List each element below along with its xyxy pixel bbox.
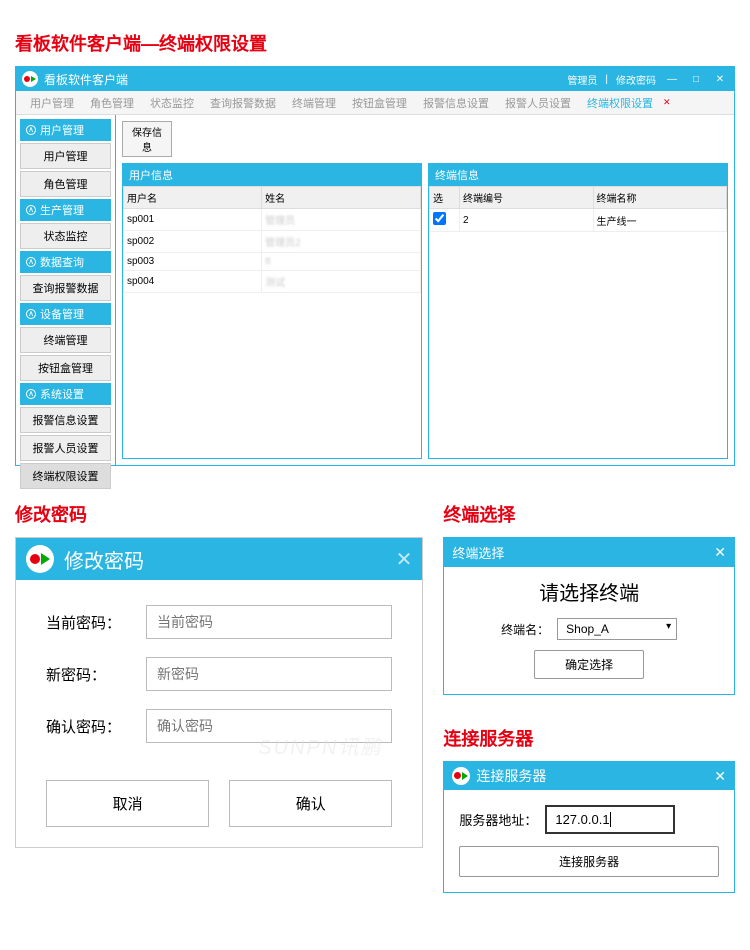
user-panel-header: 用户信息	[123, 164, 421, 186]
close-icon[interactable]: ✕	[714, 544, 726, 561]
connect-button[interactable]: 连接服务器	[459, 846, 719, 877]
ok-button[interactable]: 确认	[229, 780, 392, 827]
section-title-4: 连接服务器	[443, 725, 735, 751]
sidebar-item[interactable]: 按钮盒管理	[20, 355, 111, 381]
term-dialog-header-text: 终端选择	[452, 543, 504, 562]
confirm-pwd-input[interactable]	[146, 709, 392, 743]
tab-3[interactable]: 查询报警数据	[206, 93, 280, 113]
section-title-2: 修改密码	[15, 501, 423, 527]
sidebar-item[interactable]: 终端管理	[20, 327, 111, 353]
col-term-name[interactable]: 终端名称	[593, 187, 727, 209]
app-logo-icon	[452, 767, 470, 785]
pwd-dialog-header: 修改密码 ✕	[16, 538, 422, 580]
terminal-panel-header: 终端信息	[429, 164, 727, 186]
server-addr-input[interactable]: 127.0.0.1	[545, 805, 675, 834]
tab-8[interactable]: 终端权限设置	[583, 93, 657, 113]
section-title-3: 终端选择	[443, 501, 735, 527]
col-name[interactable]: 姓名	[262, 187, 421, 209]
table-row[interactable]: 2生产线一	[430, 209, 727, 232]
new-pwd-input[interactable]	[146, 657, 392, 691]
terminal-select-dialog: 终端选择 ✕ 请选择终端 终端名： Shop_A 确定选择	[443, 537, 735, 695]
table-row[interactable]: sp002管理员2	[124, 231, 421, 253]
conn-dialog-header: 连接服务器 ✕	[444, 762, 734, 790]
confirm-select-button[interactable]: 确定选择	[534, 650, 644, 679]
new-pwd-label: 新密码：	[46, 664, 146, 685]
col-term-id[interactable]: 终端编号	[460, 187, 594, 209]
current-pwd-input[interactable]	[146, 605, 392, 639]
tab-0[interactable]: 用户管理	[26, 93, 78, 113]
sidebar-group-header[interactable]: ∧数据查询	[20, 251, 111, 273]
table-row[interactable]: sp003tt	[124, 253, 421, 271]
sidebar-item[interactable]: 查询报警数据	[20, 275, 111, 301]
sidebar-item[interactable]: 角色管理	[20, 171, 111, 197]
term-dialog-title: 请选择终端	[459, 577, 719, 606]
user-table: 用户名 姓名 sp001管理员sp002管理员2sp003ttsp004测试	[123, 186, 421, 293]
close-icon[interactable]: ✕	[714, 768, 726, 785]
col-select[interactable]: 选	[430, 187, 460, 209]
section-title-1: 看板软件客户端—终端权限设置	[15, 30, 735, 56]
close-icon[interactable]: ✕	[712, 74, 728, 85]
app-logo-icon	[22, 71, 38, 87]
cancel-button[interactable]: 取消	[46, 780, 209, 827]
app-titlebar: 看板软件客户端 管理员 | 修改密码 — □ ✕	[16, 67, 734, 91]
maximize-icon[interactable]: □	[688, 74, 704, 85]
collapse-icon: ∧	[26, 205, 36, 215]
row-checkbox[interactable]	[433, 212, 446, 225]
user-link[interactable]: 管理员	[567, 72, 597, 87]
change-pwd-link[interactable]: 修改密码	[616, 72, 656, 87]
conn-dialog-title: 连接服务器	[476, 766, 546, 786]
tab-4[interactable]: 终端管理	[288, 93, 340, 113]
sidebar-item[interactable]: 报警信息设置	[20, 407, 111, 433]
confirm-pwd-label: 确认密码：	[46, 716, 146, 737]
sidebar-group-header[interactable]: ∧设备管理	[20, 303, 111, 325]
col-username[interactable]: 用户名	[124, 187, 262, 209]
tab-6[interactable]: 报警信息设置	[419, 93, 493, 113]
app-window: 看板软件客户端 管理员 | 修改密码 — □ ✕ 用户管理角色管理状态监控查询报…	[15, 66, 735, 466]
table-row[interactable]: sp001管理员	[124, 209, 421, 231]
tab-1[interactable]: 角色管理	[86, 93, 138, 113]
minimize-icon[interactable]: —	[664, 74, 680, 85]
table-row[interactable]: sp004测试	[124, 271, 421, 293]
app-tabs: 用户管理角色管理状态监控查询报警数据终端管理按钮盒管理报警信息设置报警人员设置终…	[16, 91, 734, 115]
app-logo-icon	[26, 545, 54, 573]
terminal-info-panel: 终端信息 选 终端编号 终端名称 2生产线一	[428, 163, 728, 459]
server-addr-label: 服务器地址：	[459, 810, 537, 829]
pwd-dialog-title: 修改密码	[64, 545, 144, 574]
current-pwd-label: 当前密码：	[46, 612, 146, 633]
app-title: 看板软件客户端	[44, 71, 128, 88]
term-name-label: 终端名：	[501, 621, 549, 638]
collapse-icon: ∧	[26, 389, 36, 399]
connect-server-dialog: 连接服务器 ✕ 服务器地址： 127.0.0.1 连接服务器	[443, 761, 735, 893]
tab-5[interactable]: 按钮盒管理	[348, 93, 411, 113]
sidebar-item[interactable]: 状态监控	[20, 223, 111, 249]
terminal-table: 选 终端编号 终端名称 2生产线一	[429, 186, 727, 232]
sidebar-group-header[interactable]: ∧系统设置	[20, 383, 111, 405]
save-button[interactable]: 保存信息	[122, 121, 172, 157]
sidebar-group-header[interactable]: ∧用户管理	[20, 119, 111, 141]
collapse-icon: ∧	[26, 309, 36, 319]
change-password-dialog: 修改密码 ✕ 当前密码： 新密码： 确认密码： SUNPN讯鹏 取消	[15, 537, 423, 848]
collapse-icon: ∧	[26, 257, 36, 267]
main-content: 保存信息 用户信息 用户名 姓名 sp001管理员sp002管理员2sp003t…	[116, 115, 734, 465]
user-info-panel: 用户信息 用户名 姓名 sp001管理员sp002管理员2sp003ttsp00…	[122, 163, 422, 459]
tab-2[interactable]: 状态监控	[146, 93, 198, 113]
term-dialog-header: 终端选择 ✕	[444, 538, 734, 567]
tab-7[interactable]: 报警人员设置	[501, 93, 575, 113]
sidebar-group-header[interactable]: ∧生产管理	[20, 199, 111, 221]
sidebar: ∧用户管理用户管理角色管理∧生产管理状态监控∧数据查询查询报警数据∧设备管理终端…	[16, 115, 116, 465]
close-icon[interactable]: ✕	[396, 547, 413, 572]
tab-close-icon[interactable]: ✕	[663, 97, 671, 108]
sidebar-item[interactable]: 用户管理	[20, 143, 111, 169]
collapse-icon: ∧	[26, 125, 36, 135]
term-name-select[interactable]: Shop_A	[557, 618, 677, 640]
sidebar-item[interactable]: 报警人员设置	[20, 435, 111, 461]
